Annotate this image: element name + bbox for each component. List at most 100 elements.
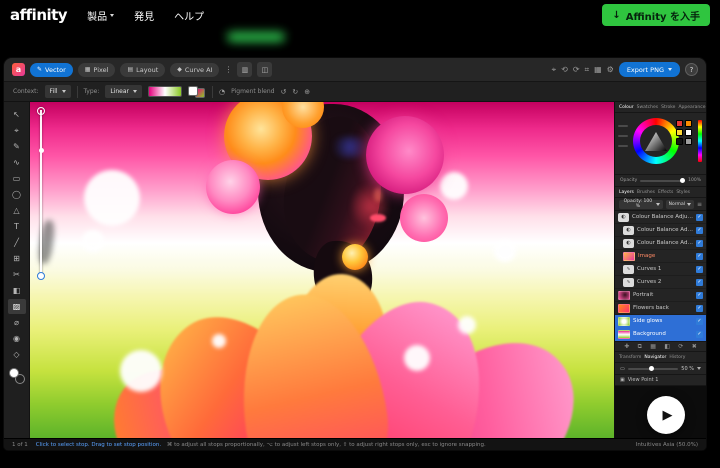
layer-row[interactable]: ◐Colour Balance Adjustment✓ xyxy=(615,211,706,224)
contour-tool-icon[interactable]: ◧ xyxy=(8,283,26,298)
context-fill-dropdown[interactable]: Fill xyxy=(45,85,71,98)
swatch-orange[interactable] xyxy=(685,120,692,127)
layer-visibility-checkbox[interactable]: ✓ xyxy=(696,279,703,286)
viewpoint-row[interactable]: ▣ View Point 1 xyxy=(615,375,706,386)
layer-visibility-checkbox[interactable]: ✓ xyxy=(696,240,703,247)
layer-visibility-checkbox[interactable]: ✓ xyxy=(696,318,703,325)
style-picker-tool-icon[interactable]: ◇ xyxy=(8,347,26,362)
shape-tool-icon[interactable]: △ xyxy=(8,203,26,218)
swatch-white[interactable] xyxy=(685,129,692,136)
gradient-stop-handle-bottom[interactable] xyxy=(37,272,45,280)
zoom-slider[interactable] xyxy=(628,368,679,370)
nav-item-help[interactable]: ヘルプ xyxy=(174,8,204,23)
zoom-tool-icon[interactable]: ◉ xyxy=(8,331,26,346)
tab-layers[interactable]: Layers xyxy=(619,190,634,195)
layer-row[interactable]: ◐Colour Balance Adjustment✓ xyxy=(615,237,706,250)
layer-row[interactable]: ∿Curves 2✓ xyxy=(615,276,706,289)
stop-colour-white[interactable] xyxy=(188,86,198,96)
gradient-stop-handle-top[interactable] xyxy=(37,107,45,115)
grid-icon[interactable]: ⌗ xyxy=(585,66,590,74)
new-pixel-layer-icon[interactable]: ▦ xyxy=(650,343,656,350)
preferences-button[interactable]: ◫ xyxy=(257,62,272,77)
persona-curve-ai-button[interactable]: ◆Curve AI xyxy=(170,63,219,77)
pixel-view-icon[interactable]: ▦ xyxy=(594,66,602,74)
help-button[interactable]: ? xyxy=(685,63,698,76)
swatch-red[interactable] xyxy=(676,120,683,127)
delete-layer-icon[interactable]: ✖ xyxy=(692,343,697,350)
canvas[interactable] xyxy=(30,102,614,438)
rectangle-tool-icon[interactable]: ▭ xyxy=(8,171,26,186)
layer-visibility-checkbox[interactable]: ✓ xyxy=(696,227,703,234)
gradient-type-dropdown[interactable]: Linear xyxy=(105,85,142,98)
layer-row[interactable]: Side glows✓ xyxy=(615,315,706,328)
tab-stroke[interactable]: Stroke xyxy=(661,105,675,110)
layer-visibility-checkbox[interactable]: ✓ xyxy=(696,214,703,221)
persona-vector-button[interactable]: ✎Vector xyxy=(30,63,73,77)
persona-pixel-button[interactable]: ▦Pixel xyxy=(78,63,116,77)
nav-item-discover[interactable]: 発見 xyxy=(134,8,154,23)
layer-visibility-checkbox[interactable]: ✓ xyxy=(696,305,703,312)
document-setup-button[interactable]: ▥ xyxy=(237,62,252,77)
tab-swatches[interactable]: Swatches xyxy=(637,105,659,110)
swatch-yellow[interactable] xyxy=(676,129,683,136)
add-stop-icon[interactable]: ⊕ xyxy=(304,88,310,96)
corner-tool-icon[interactable]: ⊞ xyxy=(8,251,26,266)
fill-gradient-tool-icon[interactable]: ▨ xyxy=(8,299,26,314)
nav-item-products[interactable]: 製品 xyxy=(87,8,114,23)
knife-tool-icon[interactable]: ✂ xyxy=(8,267,26,282)
snapping-icon[interactable]: ⌖ xyxy=(552,66,557,74)
duplicate-layer-icon[interactable]: ⧉ xyxy=(638,343,642,351)
swatch-grey[interactable] xyxy=(685,138,692,145)
opacity-slider[interactable] xyxy=(640,180,685,182)
stop-colour-chips[interactable] xyxy=(188,86,206,98)
opacity-slider-thumb[interactable] xyxy=(680,178,685,183)
layer-row[interactable]: Portrait✓ xyxy=(615,289,706,302)
tab-navigator[interactable]: Navigator xyxy=(644,355,666,360)
tab-transform[interactable]: Transform xyxy=(619,355,641,360)
node-tool-icon[interactable]: ⌖ xyxy=(8,123,26,138)
colour-micro-slider[interactable] xyxy=(618,125,628,127)
tab-brushes[interactable]: Brushes xyxy=(637,190,655,195)
undo-icon[interactable]: ⟲ xyxy=(561,66,568,74)
swatch-black[interactable] xyxy=(676,138,683,145)
redo-icon[interactable]: ⟳ xyxy=(573,66,580,74)
zoom-slider-thumb[interactable] xyxy=(649,366,654,371)
line-tool-icon[interactable]: ╱ xyxy=(8,235,26,250)
transparency-tool-icon[interactable]: ⌀ xyxy=(8,315,26,330)
mask-layer-icon[interactable]: ◧ xyxy=(664,343,670,350)
layer-opacity-dropdown[interactable]: Opacity: 100 % xyxy=(619,200,663,209)
more-personas-icon[interactable]: ⋮ xyxy=(224,66,232,74)
layer-visibility-checkbox[interactable]: ✓ xyxy=(696,266,703,273)
tab-effects[interactable]: Effects xyxy=(658,190,673,195)
text-tool-icon[interactable]: T xyxy=(8,219,26,234)
gradient-midpoint-handle[interactable] xyxy=(39,148,44,153)
settings-gear-icon[interactable]: ⚙ xyxy=(607,66,614,74)
tab-colour[interactable]: Colour xyxy=(619,105,634,110)
export-png-button[interactable]: Export PNG xyxy=(619,62,680,77)
tab-appearance[interactable]: Appearance xyxy=(678,105,705,110)
fill-stroke-swatches[interactable] xyxy=(9,368,25,384)
layer-row[interactable]: Background✓ xyxy=(615,328,706,341)
pencil-tool-icon[interactable]: ∿ xyxy=(8,155,26,170)
chevron-down-icon[interactable] xyxy=(697,367,701,370)
blend-options-icon[interactable]: ≡ xyxy=(697,201,702,208)
blend-mode-dropdown[interactable]: Normal xyxy=(666,200,694,209)
tab-styles[interactable]: Styles xyxy=(676,190,690,195)
tab-history[interactable]: History xyxy=(669,355,685,360)
persona-layout-button[interactable]: ▤Layout xyxy=(120,63,165,77)
layer-visibility-checkbox[interactable]: ✓ xyxy=(696,253,703,260)
colour-micro-slider[interactable] xyxy=(618,145,628,147)
add-layer-icon[interactable]: ✚ xyxy=(624,343,629,350)
hue-strip[interactable] xyxy=(698,120,702,162)
get-affinity-button[interactable]: ↓ Affinity を入手 xyxy=(602,4,710,26)
move-tool-icon[interactable]: ↖ xyxy=(8,107,26,122)
ellipse-tool-icon[interactable]: ◯ xyxy=(8,187,26,202)
layer-row[interactable]: Image✓ xyxy=(615,250,706,263)
colour-micro-slider[interactable] xyxy=(618,135,628,137)
rotate-cw-icon[interactable]: ↻ xyxy=(292,88,298,96)
layer-visibility-checkbox[interactable]: ✓ xyxy=(696,331,703,338)
layer-row[interactable]: Flowers back✓ xyxy=(615,302,706,315)
rotate-ccw-icon[interactable]: ↺ xyxy=(280,88,286,96)
play-button[interactable]: ▶ xyxy=(647,396,685,434)
fill-swatch[interactable] xyxy=(9,368,19,378)
